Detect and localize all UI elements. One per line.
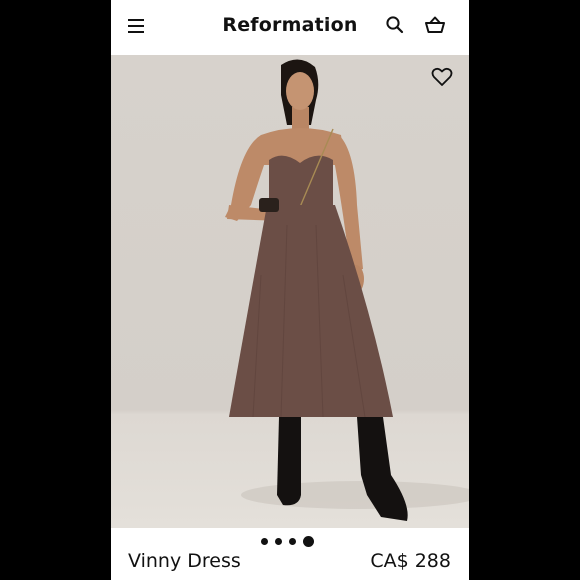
app-screen: Reformation Vinny Dress CA$ 288	[111, 0, 469, 580]
product-image[interactable]	[111, 55, 469, 528]
product-name: Vinny Dress	[128, 550, 241, 572]
carousel-dot[interactable]	[275, 538, 282, 545]
carousel-dot[interactable]	[261, 538, 268, 545]
carousel-dot-active[interactable]	[303, 536, 314, 547]
top-navigation-bar: Reformation	[111, 0, 469, 55]
carousel-dot[interactable]	[289, 538, 296, 545]
favorite-heart-icon[interactable]	[431, 67, 453, 87]
search-icon[interactable]	[385, 15, 405, 35]
product-price: CA$ 288	[370, 550, 451, 572]
model-photo	[225, 59, 469, 521]
shopping-bag-icon[interactable]	[424, 15, 446, 35]
brand-logo[interactable]: Reformation	[111, 14, 469, 36]
